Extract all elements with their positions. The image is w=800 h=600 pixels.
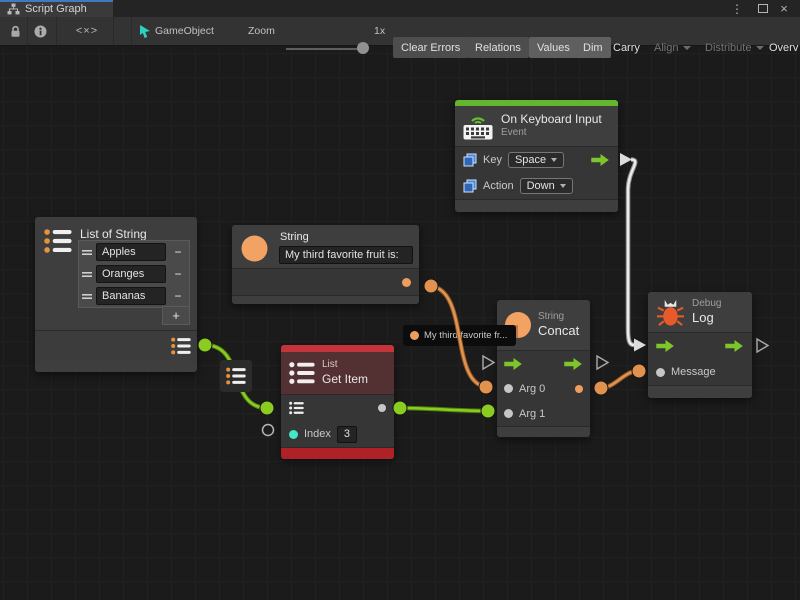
list-output-row: [35, 330, 197, 361]
node-list-of-string[interactable]: List of String Apples − Oranges − Banana…: [35, 217, 197, 372]
keycode-icon: [463, 153, 477, 167]
zoom-slider-handle[interactable]: [357, 42, 369, 54]
remove-item-button[interactable]: −: [170, 244, 186, 260]
graph-toolbar: <×> GameObject Zoom 1x Clear Errors Rela…: [0, 17, 800, 46]
arg1-input-port[interactable]: [504, 409, 513, 418]
relations-button[interactable]: Relations: [467, 37, 529, 58]
list-output-port-icon[interactable]: [171, 337, 191, 355]
tooltip-text: My third favorite fr...: [424, 330, 507, 341]
result-output-port[interactable]: [575, 385, 583, 393]
node-title: Concat: [538, 323, 579, 339]
exec-input-port[interactable]: [656, 340, 675, 352]
chevron-down-icon: [683, 46, 691, 50]
node-subtitle: List: [322, 359, 368, 372]
node-get-item[interactable]: List Get Item Index 3: [281, 345, 394, 459]
action-port-label: Action: [483, 180, 514, 192]
value-tooltip: My third favorite fr...: [403, 325, 516, 346]
arg0-label: Arg 0: [519, 383, 545, 395]
zoom-value: 1x: [374, 17, 385, 45]
arg1-label: Arg 1: [519, 408, 545, 420]
lock-icon[interactable]: [6, 17, 24, 45]
code-view-icon[interactable]: <×>: [72, 17, 102, 45]
message-input-port[interactable]: [656, 368, 665, 377]
chevron-down-icon: [551, 158, 557, 162]
action-icon: [463, 179, 477, 193]
index-value-input[interactable]: 3: [337, 426, 357, 443]
list-item-input[interactable]: Apples: [96, 243, 166, 261]
drag-handle-icon[interactable]: [82, 271, 92, 278]
exec-output-port[interactable]: [591, 154, 610, 166]
node-subtitle: Event: [501, 127, 602, 140]
node-title: On Keyboard Input: [501, 112, 602, 127]
add-item-button[interactable]: +: [162, 306, 190, 325]
list-color-bar: [281, 345, 394, 352]
list-input-port-icon[interactable]: [289, 401, 304, 415]
align-dropdown[interactable]: Align: [646, 37, 699, 58]
node-on-keyboard-input[interactable]: On Keyboard Input Event Key Space Action…: [455, 100, 618, 212]
tab-title: Script Graph: [25, 3, 87, 15]
window-menu-icon[interactable]: ⋮: [730, 0, 744, 17]
overview-button[interactable]: Overv: [761, 37, 800, 58]
list-item-row: Apples −: [79, 241, 189, 263]
window-close-icon[interactable]: ×: [776, 0, 792, 17]
list-item-row: Bananas −: [79, 285, 189, 307]
window-maximize-icon[interactable]: [755, 0, 771, 17]
drag-handle-icon[interactable]: [82, 293, 92, 300]
list-icon: [44, 228, 72, 254]
exec-output-port[interactable]: [564, 358, 583, 370]
key-dropdown[interactable]: Space: [508, 152, 564, 168]
gameobject-cursor-icon: [138, 17, 152, 45]
node-title: Get Item: [322, 372, 368, 387]
message-label: Message: [671, 366, 716, 378]
list-icon: [289, 361, 315, 385]
node-title: Log: [692, 310, 721, 326]
drag-handle-icon[interactable]: [82, 249, 92, 256]
list-item-row: Oranges −: [79, 263, 189, 285]
item-output-port[interactable]: [378, 404, 386, 412]
index-label: Index: [304, 428, 331, 440]
action-dropdown[interactable]: Down: [520, 178, 573, 194]
string-output-port[interactable]: [402, 278, 411, 287]
remove-item-button[interactable]: −: [170, 288, 186, 304]
node-title: List of String: [80, 227, 147, 241]
node-string-literal[interactable]: String My third favorite fruit is:: [232, 225, 419, 304]
key-port-label: Key: [483, 154, 502, 166]
string-value-input[interactable]: My third favorite fruit is:: [279, 246, 413, 264]
tab-script-graph[interactable]: Script Graph: [0, 0, 113, 17]
list-editor: Apples − Oranges − Bananas −: [78, 240, 190, 308]
node-concat[interactable]: String Concat Arg 0 Arg 1: [497, 300, 590, 437]
node-title: String: [280, 231, 309, 243]
graph-icon: [7, 3, 20, 15]
string-type-icon: [410, 331, 419, 340]
string-icon: [241, 235, 268, 262]
node-log[interactable]: Debug Log Message: [648, 292, 752, 398]
gameobject-label[interactable]: GameObject: [155, 17, 214, 45]
wire-type-badge: [220, 360, 252, 392]
node-subtitle: Debug: [692, 298, 721, 311]
title-bar: Script Graph ⋮ ×: [0, 0, 800, 17]
chevron-down-icon: [560, 184, 566, 188]
exec-input-port[interactable]: [504, 358, 523, 370]
exec-output-port[interactable]: [725, 340, 744, 352]
list-type-icon: [226, 367, 246, 385]
node-subtitle: String: [538, 311, 579, 324]
carry-button[interactable]: Carry: [605, 37, 648, 58]
clear-errors-button[interactable]: Clear Errors: [393, 37, 468, 58]
values-toggle[interactable]: Values: [529, 37, 578, 58]
list-item-input[interactable]: Bananas: [96, 287, 166, 305]
index-input-port[interactable]: [289, 430, 298, 439]
list-item-input[interactable]: Oranges: [96, 265, 166, 283]
zoom-label: Zoom: [248, 17, 275, 45]
info-icon[interactable]: [31, 17, 49, 45]
zoom-slider-track[interactable]: [286, 48, 368, 50]
bug-icon: [656, 298, 685, 327]
arg0-input-port[interactable]: [504, 384, 513, 393]
keyboard-icon: [463, 113, 493, 140]
remove-item-button[interactable]: −: [170, 266, 186, 282]
